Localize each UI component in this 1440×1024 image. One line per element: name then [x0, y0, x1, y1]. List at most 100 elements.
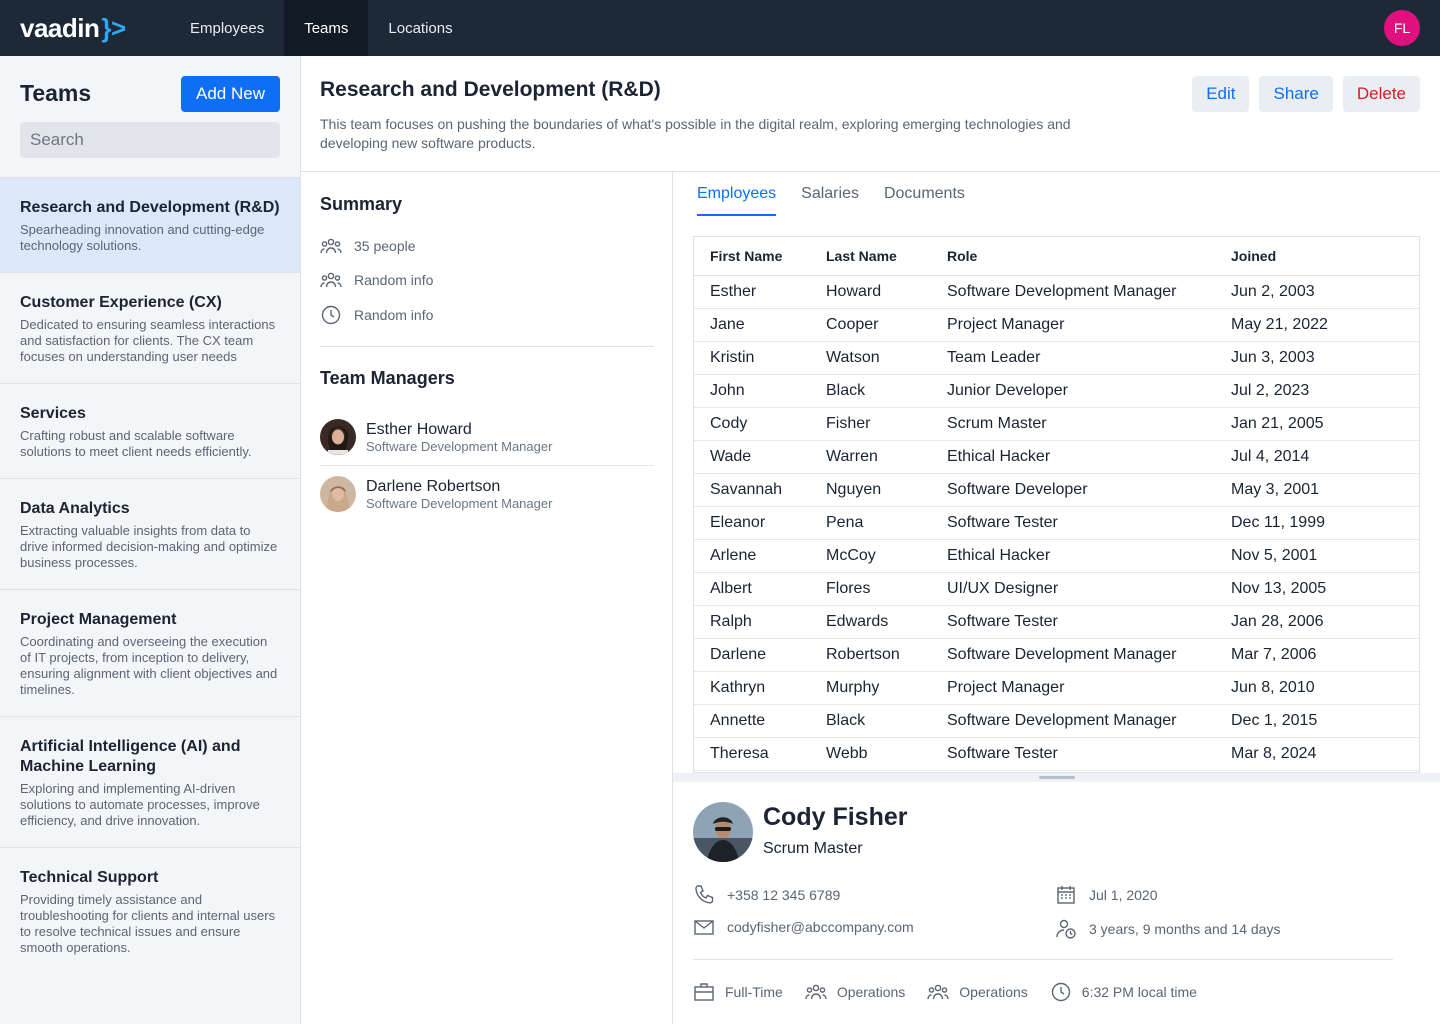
nav-locations[interactable]: Locations: [368, 0, 472, 56]
edit-button[interactable]: Edit: [1192, 76, 1250, 112]
table-cell: Murphy: [810, 671, 931, 705]
table-cell: Software Development Manager: [931, 638, 1215, 672]
table-cell: Jan 28, 2006: [1215, 605, 1419, 639]
table-cell: Darlene: [694, 638, 810, 672]
department: Operations: [927, 983, 1028, 1001]
table-cell: Jul 4, 2014: [1215, 440, 1419, 474]
delete-button[interactable]: Delete: [1342, 76, 1420, 112]
department: Operations: [805, 983, 905, 1001]
manager-name: Darlene Robertson: [366, 477, 501, 495]
tab-employees[interactable]: Employees: [697, 172, 777, 216]
manager-item[interactable]: Darlene Robertson Software Development M…: [320, 466, 654, 522]
team-item-services[interactable]: Services Crafting robust and scalable so…: [0, 383, 300, 478]
table-row[interactable]: Wade Warren Ethical Hacker Jul 4, 2014: [694, 440, 1419, 474]
table-cell: Eleanor: [694, 506, 810, 540]
column-header[interactable]: Last Name: [810, 237, 931, 276]
group-icon: [320, 272, 342, 288]
split-layout-splitter[interactable]: [673, 773, 1440, 782]
team-name: Artificial Intelligence (AI) and Machine…: [20, 738, 241, 775]
column-header[interactable]: Role: [931, 237, 1215, 276]
table-row[interactable]: Cody Fisher Scrum Master Jan 21, 2005: [694, 407, 1419, 441]
add-new-button[interactable]: Add New: [181, 76, 280, 112]
table-cell: Black: [810, 374, 931, 408]
table-cell: Jane: [694, 308, 810, 342]
employees-grid[interactable]: First Name Last Name Role Joined Esther H…: [693, 236, 1420, 773]
column-header[interactable]: First Name: [694, 237, 810, 276]
teams-sidebar: Teams Add New Research and Development (…: [0, 56, 301, 1024]
department-label: Operations: [959, 984, 1028, 1000]
team-item-rnd[interactable]: Research and Development (R&D) Spearhead…: [0, 177, 300, 272]
team-desc: Providing timely assistance and troubles…: [20, 892, 276, 955]
group-icon: [805, 984, 827, 1000]
avatar: [320, 419, 356, 455]
info-text: Random info: [354, 272, 434, 288]
table-cell: Kathryn: [694, 671, 810, 705]
nav-teams[interactable]: Teams: [284, 0, 369, 56]
table-row[interactable]: Ralph Edwards Software Tester Jan 28, 2006: [694, 605, 1419, 639]
team-item-cx[interactable]: Customer Experience (CX) Dedicated to en…: [0, 272, 300, 383]
manager-role: Software Development Manager: [366, 495, 553, 511]
phone-number[interactable]: +358 12 345 6789: [727, 887, 840, 903]
nav-employees[interactable]: Employees: [170, 0, 284, 56]
table-cell: Ethical Hacker: [931, 440, 1215, 474]
table-row[interactable]: Darlene Robertson Software Development Man…: [694, 638, 1419, 672]
employee-meta: Full-Time Operations Operations 6:32 PM …: [693, 982, 1219, 1002]
top-navbar: vaadin}> Employees Teams Locations FL: [0, 0, 1440, 56]
grid-body: Esther Howard Software Development Manager…: [694, 275, 1419, 771]
people-count: 35 people: [354, 238, 416, 254]
tab-documents[interactable]: Documents: [884, 172, 965, 216]
table-cell: May 3, 2001: [1215, 473, 1419, 507]
team-desc: Extracting valuable insights from data t…: [20, 523, 278, 570]
tab-salaries[interactable]: Salaries: [801, 172, 859, 216]
email-address[interactable]: codyfisher@abccompany.com: [727, 919, 914, 935]
table-cell: Software Tester: [931, 737, 1215, 771]
column-header[interactable]: Joined: [1215, 237, 1419, 276]
department-label: Operations: [836, 984, 906, 1000]
team-item-data-analytics[interactable]: Data Analytics Extracting valuable insig…: [0, 478, 300, 589]
table-row[interactable]: Jane Cooper Project Manager May 21, 2022: [694, 308, 1419, 342]
table-cell: Nov 13, 2005: [1215, 572, 1419, 606]
table-cell: Jun 2, 2003: [1215, 275, 1419, 309]
summary-people-row: 35 people: [320, 237, 416, 255]
search-input[interactable]: [20, 122, 280, 158]
manager-item[interactable]: Esther Howard Software Development Manag…: [320, 409, 654, 465]
table-row[interactable]: Arlene McCoy Ethical Hacker Nov 5, 2001: [694, 539, 1419, 573]
team-name: Customer Experience (CX): [20, 294, 222, 311]
clock-icon: [1051, 982, 1070, 1002]
avatar: [320, 476, 356, 512]
table-cell: Jun 3, 2003: [1215, 341, 1419, 375]
table-cell: Edwards: [810, 605, 931, 639]
tenure-row: 3 years, 9 months and 14 days: [1055, 918, 1280, 940]
team-item-technical-support[interactable]: Technical Support Providing timely assis…: [0, 847, 300, 974]
table-row[interactable]: Theresa Webb Software Tester Mar 8, 2024: [694, 737, 1419, 771]
tenure: 3 years, 9 months and 14 days: [1089, 921, 1281, 937]
table-cell: Webb: [810, 737, 931, 771]
table-row[interactable]: Albert Flores UI/UX Designer Nov 13, 2005: [694, 572, 1419, 606]
logo-brace: }>: [101, 12, 126, 43]
employment-label: Full-Time: [725, 984, 783, 1000]
table-cell: Fisher: [810, 407, 931, 441]
table-cell: Jun 8, 2010: [1215, 671, 1419, 705]
table-cell: Project Manager: [931, 671, 1215, 705]
table-row[interactable]: Kathryn Murphy Project Manager Jun 8, 2010: [694, 671, 1419, 705]
table-cell: Robertson: [810, 638, 931, 672]
splitter-handle[interactable]: [1039, 776, 1075, 779]
team-item-project-management[interactable]: Project Management Coordinating and over…: [0, 589, 300, 716]
table-row[interactable]: Annette Black Software Development Manager…: [694, 704, 1419, 738]
table-row[interactable]: Eleanor Pena Software Tester Dec 11, 1999: [694, 506, 1419, 540]
team-header: Research and Development (R&D) This team…: [301, 56, 1440, 172]
table-row[interactable]: Esther Howard Software Development Manager…: [694, 275, 1419, 309]
summary-title: Summary: [320, 194, 403, 214]
table-row[interactable]: Kristin Watson Team Leader Jun 3, 2003: [694, 341, 1419, 375]
table-cell: Nov 5, 2001: [1215, 539, 1419, 573]
user-avatar[interactable]: FL: [1384, 10, 1420, 46]
share-button[interactable]: Share: [1259, 76, 1333, 112]
manager-role: Software Development Manager: [366, 438, 553, 454]
table-row[interactable]: Savannah Nguyen Software Developer May 3, 2…: [694, 473, 1419, 507]
summary-panel: Summary 35 people Random info Random inf…: [301, 172, 673, 1024]
table-cell: Nguyen: [810, 473, 931, 507]
table-row[interactable]: John Black Junior Developer Jul 2, 2023: [694, 374, 1419, 408]
vaadin-logo[interactable]: vaadin}>: [20, 12, 126, 44]
team-item-ai-ml[interactable]: Artificial Intelligence (AI) and Machine…: [0, 716, 300, 847]
table-cell: Software Tester: [931, 605, 1215, 639]
